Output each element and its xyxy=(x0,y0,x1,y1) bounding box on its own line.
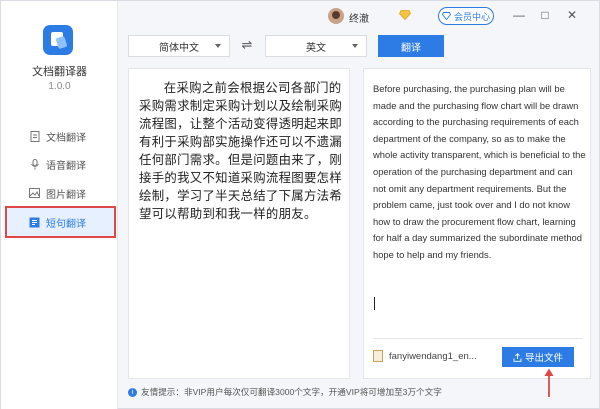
avatar[interactable] xyxy=(328,8,344,24)
image-icon xyxy=(29,188,40,199)
vip-diamond-icon[interactable] xyxy=(399,10,411,20)
export-file-name[interactable]: fanyiwendang1_en... xyxy=(389,351,477,362)
chevron-down-icon xyxy=(215,44,221,48)
sidebar-item-label: 文档翻译 xyxy=(46,132,86,144)
info-icon: i xyxy=(128,387,137,397)
chevron-down-icon xyxy=(352,44,358,48)
export-icon xyxy=(513,352,522,362)
sidebar-item-label: 图片翻译 xyxy=(46,189,86,201)
member-center-button[interactable]: 会员中心 xyxy=(438,7,494,25)
app-version: 1.0.0 xyxy=(48,81,71,92)
file-icon xyxy=(373,350,383,362)
target-language-value: 英文 xyxy=(306,42,326,54)
document-icon xyxy=(29,130,40,142)
app-name: 文档翻译器 xyxy=(32,66,87,78)
diamond-icon xyxy=(441,12,451,20)
target-language-select[interactable]: 英文 xyxy=(265,35,367,57)
sidebar-item-document[interactable]: 文档翻译 xyxy=(7,121,113,151)
phrase-icon xyxy=(29,217,40,228)
source-language-select[interactable]: 简体中文 xyxy=(128,35,230,57)
arrow-up-icon xyxy=(544,368,554,397)
source-text[interactable]: 在采购之前会根据公司各部门的采购需求制定采购计划以及绘制采购流程图，让整个活动变… xyxy=(139,79,344,223)
sidebar-item-voice[interactable]: 语音翻译 xyxy=(7,149,113,179)
source-language-value: 简体中文 xyxy=(159,42,199,54)
minimize-icon[interactable]: — xyxy=(511,7,527,23)
usage-tip-text: 友情提示：非VIP用户每次仅可翻译3000个文字，开通VIP将可增加至3万个文字 xyxy=(141,387,442,397)
swap-languages-icon[interactable]: ⇌ xyxy=(239,38,255,52)
result-text-panel[interactable]: Before purchasing, the purchasing plan w… xyxy=(363,68,591,379)
sidebar-item-phrase[interactable]: 短句翻译 xyxy=(5,206,116,238)
app-window: 文档翻译器 1.0.0 文档翻译 语音翻译 图片翻译 短句翻译 终澈 会员中心 … xyxy=(0,0,600,409)
sidebar-item-label: 语音翻译 xyxy=(46,160,86,172)
translate-button[interactable]: 翻译 xyxy=(378,35,444,57)
export-file-label: 导出文件 xyxy=(524,353,563,364)
close-icon[interactable]: ✕ xyxy=(564,7,580,23)
sidebar-item-label: 短句翻译 xyxy=(46,218,86,230)
microphone-icon xyxy=(29,158,40,170)
app-logo-icon xyxy=(43,25,73,55)
member-center-label: 会员中心 xyxy=(453,11,490,22)
sidebar-item-image[interactable]: 图片翻译 xyxy=(7,178,113,208)
export-file-button[interactable]: 导出文件 xyxy=(502,347,574,367)
text-cursor xyxy=(374,297,375,310)
divider xyxy=(373,338,583,339)
source-text-panel[interactable]: 在采购之前会根据公司各部门的采购需求制定采购计划以及绘制采购流程图，让整个活动变… xyxy=(128,68,350,379)
user-name[interactable]: 终澈 xyxy=(349,10,369,25)
maximize-icon[interactable]: □ xyxy=(537,7,553,23)
translated-text[interactable]: Before purchasing, the purchasing plan w… xyxy=(373,81,587,264)
sidebar: 文档翻译器 1.0.0 文档翻译 语音翻译 图片翻译 短句翻译 xyxy=(1,1,118,409)
usage-tip: i 友情提示：非VIP用户每次仅可翻译3000个文字，开通VIP将可增加至3万个… xyxy=(128,386,442,398)
